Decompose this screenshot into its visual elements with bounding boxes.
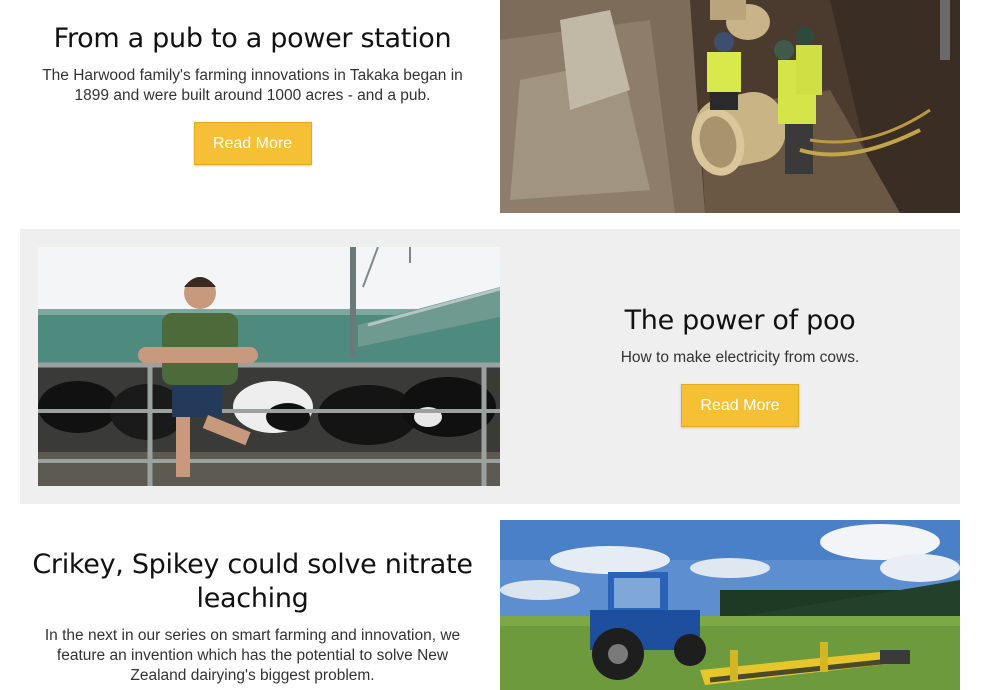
- trench-workers-illustration: [500, 0, 960, 213]
- article-image-farmer-cows[interactable]: [38, 247, 500, 486]
- article-image-trench-workers[interactable]: [500, 0, 960, 213]
- article-description: How to make electricity from cows.: [620, 349, 860, 366]
- article-description: In the next in our series on smart farmi…: [44, 627, 461, 684]
- article-title: The power of poo: [624, 305, 856, 336]
- tractor-field-illustration: [500, 520, 960, 690]
- article-text: The power of poo How to make electricity…: [540, 304, 940, 427]
- article-card-spikey-nitrate: Crikey, Spikey could solve nitrate leach…: [0, 520, 983, 690]
- article-text: Crikey, Spikey could solve nitrate leach…: [30, 548, 475, 686]
- article-card-pub-power-station: From a pub to a power station The Harwoo…: [0, 0, 983, 213]
- article-image-tractor[interactable]: [500, 520, 960, 690]
- farmer-cows-illustration: [38, 247, 500, 486]
- article-title: Crikey, Spikey could solve nitrate leach…: [32, 549, 473, 614]
- article-card-power-of-poo: The power of poo How to make electricity…: [20, 229, 960, 504]
- read-more-button[interactable]: Read More: [681, 384, 799, 427]
- article-text: From a pub to a power station The Harwoo…: [20, 22, 485, 165]
- article-title: From a pub to a power station: [53, 23, 452, 54]
- article-description: The Harwood family's farming innovations…: [42, 67, 463, 104]
- read-more-button[interactable]: Read More: [193, 122, 312, 165]
